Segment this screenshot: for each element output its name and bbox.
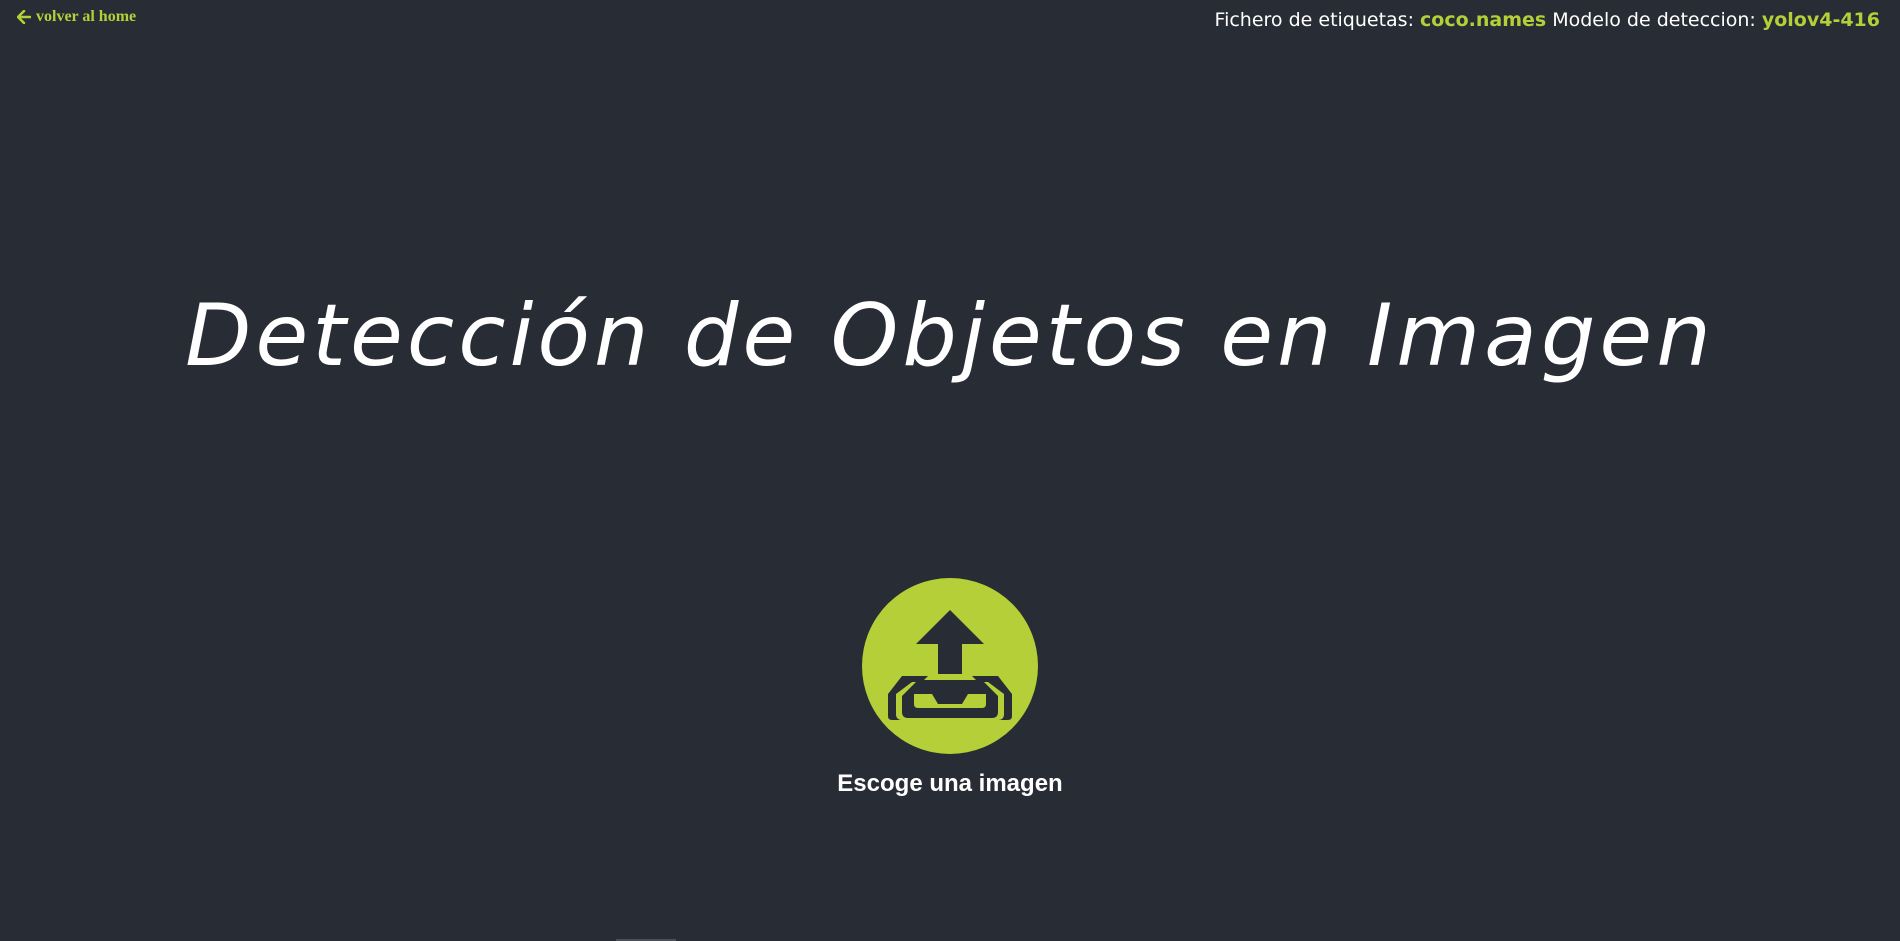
labels-file-value: coco.names	[1420, 9, 1547, 31]
upload-section: Escoge una imagen	[0, 578, 1900, 798]
back-home-link[interactable]: volver al home	[17, 8, 136, 26]
arrow-left-icon	[17, 10, 31, 24]
model-prefix: Modelo de deteccion:	[1552, 9, 1756, 31]
model-info: Fichero de etiquetas: coco.names Modelo …	[1215, 9, 1880, 31]
labels-file-prefix: Fichero de etiquetas:	[1214, 9, 1414, 31]
upload-tray-icon	[888, 608, 1012, 725]
page-title: Detección de Objetos en Imagen	[185, 286, 1715, 386]
back-home-label: volver al home	[36, 8, 137, 25]
upload-label[interactable]: Escoge una imagen	[837, 770, 1062, 798]
upload-button[interactable]	[862, 578, 1038, 754]
model-name-value: yolov4-416	[1761, 9, 1880, 31]
